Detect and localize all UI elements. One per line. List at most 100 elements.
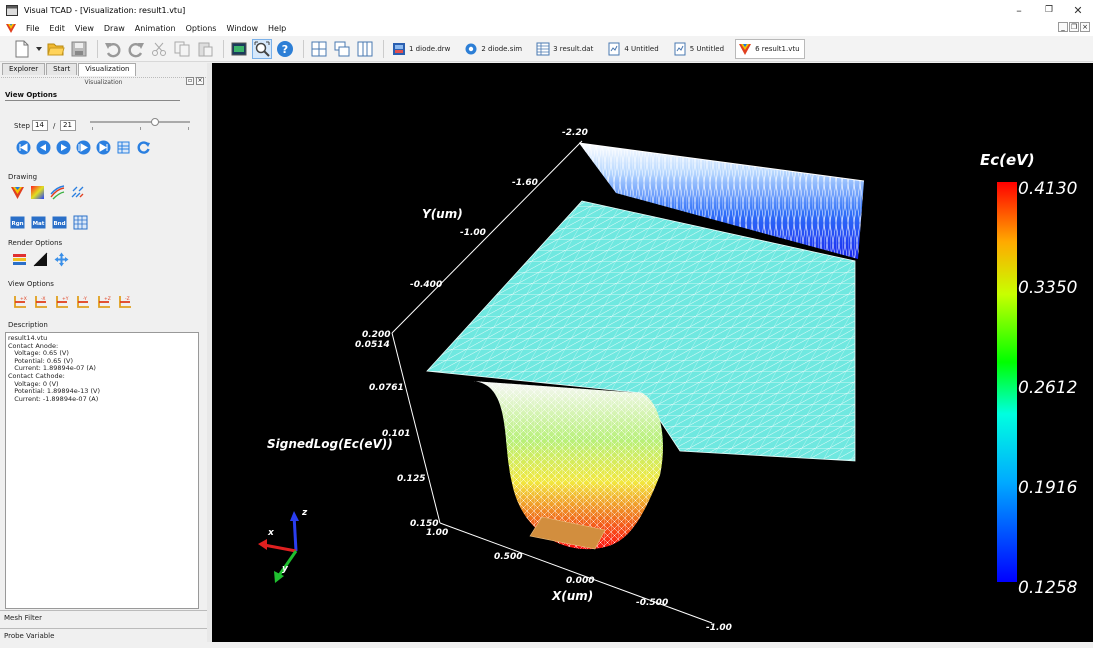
contour-icon[interactable]: [10, 185, 25, 200]
toolbar-separator: [303, 39, 304, 58]
view-plus-z-icon[interactable]: +Z: [96, 294, 112, 310]
x-tick: -0.500: [636, 598, 668, 608]
panel-tabs: Explorer Start Visualization: [2, 63, 137, 76]
save-button[interactable]: [69, 39, 89, 59]
new-file-dropdown[interactable]: [35, 39, 43, 59]
redo-button[interactable]: [126, 39, 146, 59]
help-icon: ?: [277, 40, 293, 57]
z-axis-title: SignedLog(Ec(eV)): [267, 437, 393, 451]
prev-frame-icon[interactable]: [36, 140, 51, 155]
view-minus-x-icon[interactable]: -X: [33, 294, 49, 310]
menu-window[interactable]: Window: [221, 24, 263, 33]
copy-button[interactable]: [172, 39, 192, 59]
drawing-file-icon: [393, 42, 405, 55]
material-button[interactable]: Mat: [31, 215, 46, 230]
title-bar: Visual TCAD - [Visualization: result1.vt…: [0, 0, 1093, 20]
doc-tab-diode-drw[interactable]: 1 diode.drw: [389, 39, 455, 59]
mdi-minimize-button[interactable]: _: [1058, 22, 1068, 32]
color-map-icon[interactable]: [30, 185, 45, 200]
undo-button[interactable]: [103, 39, 123, 59]
cut-button[interactable]: [149, 39, 169, 59]
y-tick: -2.20: [562, 128, 588, 138]
svg-text:+Z: +Z: [104, 296, 111, 302]
menu-options[interactable]: Options: [181, 24, 222, 33]
tile-horizontal-button[interactable]: [309, 39, 329, 59]
view-minus-z-icon[interactable]: -Z: [117, 294, 133, 310]
doc-tab-result1-vtu[interactable]: 6 result1.vtu: [735, 38, 805, 59]
tab-explorer[interactable]: Explorer: [2, 63, 46, 75]
last-frame-icon[interactable]: [96, 140, 111, 155]
folder-open-icon: [47, 43, 65, 55]
zoom-fit-button[interactable]: [252, 38, 272, 59]
cascade-button[interactable]: [332, 39, 352, 59]
cascade-icon: [334, 41, 350, 56]
menu-animation[interactable]: Animation: [130, 24, 181, 33]
doc-tab-result-dat[interactable]: 3 result.dat: [533, 39, 598, 59]
color-legend-icon[interactable]: [12, 252, 27, 267]
menu-file[interactable]: File: [21, 24, 44, 33]
doc-tab-untitled-4[interactable]: 4 Untitled: [604, 39, 663, 59]
description-text-area[interactable]: result14.vtu Contact Anode: Voltage: 0.6…: [5, 332, 199, 609]
mesh-grid-icon[interactable]: [73, 215, 88, 230]
y-tick: -1.00: [460, 228, 486, 238]
next-frame-icon[interactable]: [76, 140, 91, 155]
close-button[interactable]: ✕: [1063, 0, 1093, 20]
y-tick: 0.200: [362, 330, 390, 340]
menu-help[interactable]: Help: [263, 24, 291, 33]
play-icon[interactable]: [56, 140, 71, 155]
shading-icon[interactable]: [33, 252, 48, 267]
triad-z-label: z: [301, 508, 308, 518]
triad-z-arrow: [290, 511, 299, 521]
x-tick: 1.00: [426, 528, 448, 538]
visualization-icon: [739, 43, 752, 55]
tab-start[interactable]: Start: [46, 63, 78, 75]
view-plus-y-icon[interactable]: +Y: [54, 294, 70, 310]
help-button[interactable]: ?: [275, 39, 295, 59]
z-tick: 0.0761: [369, 383, 404, 393]
visualization-viewport[interactable]: -2.20 -1.60 -1.00 -0.400 0.200 Y(um) 0.0…: [212, 63, 1093, 642]
doc-tab-untitled-5[interactable]: 5 Untitled: [670, 39, 729, 59]
mdi-restore-button[interactable]: ❐: [1069, 22, 1079, 32]
plot-canvas[interactable]: -2.20 -1.60 -1.00 -0.400 0.200 Y(um) 0.0…: [212, 63, 1093, 642]
x-axis-title: X(um): [551, 589, 593, 603]
render-options-row: [12, 252, 69, 267]
region-button[interactable]: Rgn: [10, 215, 25, 230]
menu-edit[interactable]: Edit: [44, 24, 70, 33]
step-input[interactable]: 14: [32, 120, 48, 131]
new-file-button[interactable]: [12, 39, 32, 59]
tile-vertical-button[interactable]: [355, 39, 375, 59]
terminal-icon: [231, 42, 247, 55]
drawing-row-1: [10, 185, 85, 200]
paste-button[interactable]: [195, 39, 215, 59]
mdi-close-button[interactable]: ×: [1080, 22, 1090, 32]
frames-list-icon[interactable]: [116, 140, 131, 155]
minimize-button[interactable]: –: [1004, 0, 1034, 20]
menu-draw[interactable]: Draw: [99, 24, 130, 33]
left-dock-panel: Explorer Start Visualization Visualizati…: [0, 62, 207, 648]
step-slider[interactable]: [90, 121, 190, 123]
doc-tab-diode-sim[interactable]: 2 diode.sim: [461, 39, 527, 59]
colorbar-label: 0.2612: [1018, 378, 1077, 398]
restore-button[interactable]: ❐: [1034, 0, 1064, 20]
open-folder-button[interactable]: [46, 39, 66, 59]
tab-mesh-filter[interactable]: Mesh Filter: [0, 610, 207, 624]
menu-view[interactable]: View: [70, 24, 99, 33]
view-minus-y-icon[interactable]: -Y: [75, 294, 91, 310]
z-tick: 0.0514: [355, 340, 390, 350]
vector-field-icon[interactable]: [70, 185, 85, 200]
terminal-button[interactable]: [229, 39, 249, 59]
new-file-icon: [15, 40, 29, 57]
streamline-icon[interactable]: [50, 185, 65, 200]
view-plus-x-icon[interactable]: +X: [12, 294, 28, 310]
boundary-button[interactable]: Bnd: [52, 215, 67, 230]
dock-close-button[interactable]: ×: [196, 77, 204, 85]
doc-tab-label: 6 result1.vtu: [755, 44, 800, 53]
tab-probe-variable[interactable]: Probe Variable: [0, 628, 207, 642]
step-slider-thumb[interactable]: [151, 118, 159, 126]
refresh-icon[interactable]: [136, 140, 151, 155]
tab-visualization[interactable]: Visualization: [78, 63, 137, 76]
dock-float-button[interactable]: ▫: [186, 77, 194, 85]
status-bar: [207, 642, 1093, 648]
first-frame-icon[interactable]: [16, 140, 31, 155]
pan-move-icon[interactable]: [54, 252, 69, 267]
